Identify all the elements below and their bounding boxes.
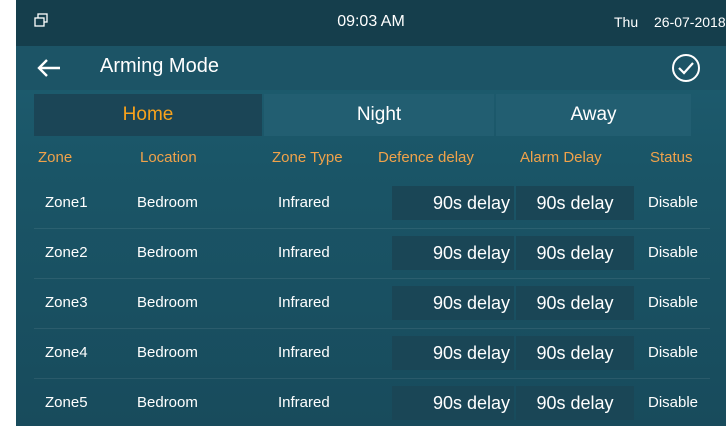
column-header-location: Location: [140, 149, 197, 166]
title-bar: Arming Mode: [16, 46, 726, 90]
zone-type-cell: Infrared: [278, 194, 330, 211]
column-header-zone: Zone: [38, 149, 73, 166]
tab-night[interactable]: Night: [264, 94, 494, 136]
arming-mode-screen: 09:03 AM Thu 26-07-2018 Arming Mode Home…: [16, 0, 726, 426]
column-header-defence-delay: Defence delay: [378, 149, 474, 166]
tab-home[interactable]: Home: [34, 94, 262, 136]
zone-cell: Zone2: [45, 244, 88, 261]
alarm-delay-field[interactable]: 90s delay: [516, 286, 634, 320]
back-arrow-icon[interactable]: [36, 56, 62, 80]
table-row: Zone4 Bedroom Infrared 90s delay 90s del…: [34, 328, 710, 379]
zone-type-cell: Infrared: [278, 394, 330, 411]
status-toggle[interactable]: Disable: [648, 378, 698, 426]
defence-delay-field[interactable]: 90s delay: [392, 336, 514, 370]
defence-delay-field[interactable]: 90s delay: [392, 236, 514, 270]
weekday: Thu: [614, 14, 639, 30]
alarm-delay-field[interactable]: 90s delay: [516, 186, 634, 220]
defence-delay-field[interactable]: 90s delay: [392, 186, 514, 220]
location-cell: Bedroom: [137, 394, 198, 411]
status-toggle[interactable]: Disable: [648, 278, 698, 328]
status-toggle[interactable]: Disable: [648, 228, 698, 278]
location-cell: Bedroom: [137, 344, 198, 361]
defence-delay-field[interactable]: 90s delay: [392, 386, 514, 420]
column-header-status: Status: [650, 149, 693, 166]
column-header-alarm-delay: Alarm Delay: [520, 149, 602, 166]
table-row: Zone2 Bedroom Infrared 90s delay 90s del…: [34, 228, 710, 279]
table-row: Zone5 Bedroom Infrared 90s delay 90s del…: [34, 378, 710, 426]
alarm-delay-field[interactable]: 90s delay: [516, 386, 634, 420]
zone-cell: Zone4: [45, 344, 88, 361]
column-header-zone-type: Zone Type: [272, 149, 343, 166]
location-cell: Bedroom: [137, 194, 198, 211]
alarm-delay-field[interactable]: 90s delay: [516, 336, 634, 370]
status-toggle[interactable]: Disable: [648, 178, 698, 228]
alarm-delay-field[interactable]: 90s delay: [516, 236, 634, 270]
status-toggle[interactable]: Disable: [648, 328, 698, 378]
location-cell: Bedroom: [137, 294, 198, 311]
date: 26-07-2018: [654, 14, 726, 30]
status-bar: 09:03 AM Thu 26-07-2018: [16, 0, 726, 46]
mode-tabs: Home Night Away: [34, 94, 691, 136]
check-circle-icon[interactable]: [670, 52, 702, 84]
zone-type-cell: Infrared: [278, 344, 330, 361]
defence-delay-field[interactable]: 90s delay: [392, 286, 514, 320]
zone-cell: Zone1: [45, 194, 88, 211]
zone-cell: Zone3: [45, 294, 88, 311]
page-title: Arming Mode: [100, 55, 219, 77]
zone-cell: Zone5: [45, 394, 88, 411]
tab-away[interactable]: Away: [496, 94, 691, 136]
zone-type-cell: Infrared: [278, 244, 330, 261]
table-row: Zone1 Bedroom Infrared 90s delay 90s del…: [34, 178, 710, 229]
zone-type-cell: Infrared: [278, 294, 330, 311]
location-cell: Bedroom: [137, 244, 198, 261]
table-row: Zone3 Bedroom Infrared 90s delay 90s del…: [34, 278, 710, 329]
